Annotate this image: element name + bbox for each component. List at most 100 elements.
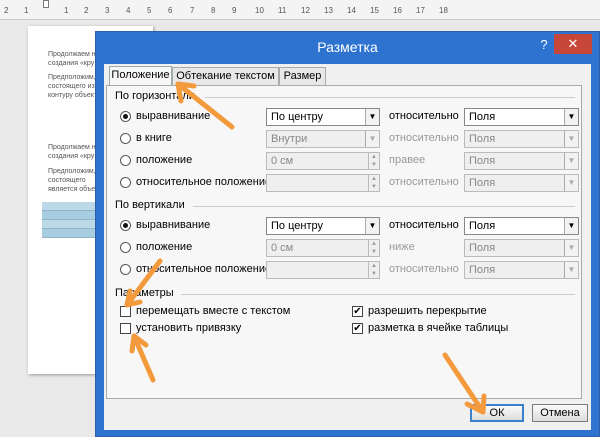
chevron-down-icon[interactable]: ▼ bbox=[564, 109, 578, 125]
help-button[interactable]: ? bbox=[537, 37, 551, 55]
section-divider bbox=[205, 97, 575, 98]
h-absolute-position-relative-select[interactable]: Поля ▼ bbox=[464, 152, 579, 170]
v-absolute-position-radio[interactable] bbox=[120, 242, 131, 253]
chevron-down-icon[interactable]: ▼ bbox=[564, 153, 578, 169]
tab-position[interactable]: Положение bbox=[109, 66, 172, 86]
h-relative-position-relative-label: относительно bbox=[389, 176, 459, 188]
v-relative-position-input[interactable]: ▲ ▼ bbox=[266, 261, 380, 279]
h-relative-position-label: относительное положение bbox=[136, 176, 272, 188]
ruler-tick: 1 bbox=[64, 6, 69, 15]
v-alignment-radio[interactable] bbox=[120, 220, 131, 231]
ruler-tick: 8 bbox=[211, 6, 216, 15]
h-alignment-relative-select[interactable]: Поля ▼ bbox=[464, 108, 579, 126]
document-paragraph: Продолжаем н создания «кру bbox=[48, 51, 96, 67]
layout-in-cell-checkbox[interactable]: ✔ bbox=[352, 323, 363, 334]
tab-panel-position: По горизонтали выравнивание По центру ▼ о… bbox=[106, 85, 582, 399]
tab-size[interactable]: Размер bbox=[279, 67, 326, 85]
layout-in-cell-label: разметка в ячейке таблицы bbox=[368, 322, 509, 334]
h-book-layout-label: в книге bbox=[136, 132, 172, 144]
v-relative-position-radio[interactable] bbox=[120, 264, 131, 275]
horizontal-section-title: По горизонтали bbox=[115, 90, 195, 102]
v-relative-position-label: относительное положение bbox=[136, 263, 272, 275]
v-alignment-value: По центру bbox=[271, 220, 323, 232]
dialog-title: Разметка bbox=[317, 39, 378, 55]
ruler-tick: 14 bbox=[347, 6, 356, 15]
options-section-title: Параметры bbox=[115, 287, 174, 299]
ruler-tick: 2 bbox=[4, 6, 9, 15]
v-relative-position-relative-label: относительно bbox=[389, 263, 459, 275]
chevron-down-icon[interactable]: ▼ bbox=[365, 109, 379, 125]
chevron-down-icon[interactable]: ▼ bbox=[564, 175, 578, 191]
h-alignment-label: выравнивание bbox=[136, 110, 211, 122]
chevron-down-icon[interactable]: ▼ bbox=[365, 218, 379, 234]
dialog-titlebar[interactable]: Разметка ? ✕ bbox=[96, 32, 599, 64]
h-absolute-position-relative-label: правее bbox=[389, 154, 426, 166]
ruler-tick: 15 bbox=[370, 6, 379, 15]
ruler-tick: 16 bbox=[393, 6, 402, 15]
section-divider bbox=[193, 206, 575, 207]
vertical-section-title: По вертикали bbox=[115, 199, 185, 211]
h-relative-position-radio[interactable] bbox=[120, 177, 131, 188]
h-book-layout-select[interactable]: Внутри ▼ bbox=[266, 130, 380, 148]
ruler-tick: 4 bbox=[126, 6, 131, 15]
close-button[interactable]: ✕ bbox=[554, 34, 592, 54]
ruler[interactable]: 2 1 1 2 3 4 5 6 7 8 9 10 11 12 13 14 15 … bbox=[0, 0, 600, 20]
v-absolute-position-input[interactable]: 0 см ▲ ▼ bbox=[266, 239, 380, 257]
v-relative-position-relative-select[interactable]: Поля ▼ bbox=[464, 261, 579, 279]
move-with-text-checkbox[interactable] bbox=[120, 306, 131, 317]
v-absolute-position-value: 0 см bbox=[271, 242, 294, 254]
v-alignment-select[interactable]: По центру ▼ bbox=[266, 217, 380, 235]
ruler-tick: 13 bbox=[324, 6, 333, 15]
cancel-button[interactable]: Отмена bbox=[532, 404, 588, 422]
ruler-tick: 9 bbox=[232, 6, 237, 15]
chevron-down-icon[interactable]: ▼ bbox=[564, 218, 578, 234]
h-relative-position-input[interactable]: ▲ ▼ bbox=[266, 174, 380, 192]
v-alignment-relative-select[interactable]: Поля ▼ bbox=[464, 217, 579, 235]
v-absolute-position-relative-value: Поля bbox=[469, 242, 496, 254]
h-alignment-relative-label: относительно bbox=[389, 110, 459, 122]
allow-overlap-checkbox[interactable]: ✔ bbox=[352, 306, 363, 317]
allow-overlap-label: разрешить перекрытие bbox=[368, 305, 487, 317]
chevron-down-icon[interactable]: ▼ bbox=[564, 262, 578, 278]
ruler-tick: 17 bbox=[416, 6, 425, 15]
spinner-arrows-icon[interactable]: ▲ ▼ bbox=[368, 175, 379, 191]
ok-button[interactable]: ОК bbox=[470, 404, 524, 422]
h-book-layout-relative-label: относительно bbox=[389, 132, 459, 144]
h-alignment-relative-value: Поля bbox=[469, 111, 496, 123]
chevron-down-icon[interactable]: ▼ bbox=[365, 131, 379, 147]
h-absolute-position-label: положение bbox=[136, 154, 193, 166]
spinner-arrows-icon[interactable]: ▲ ▼ bbox=[368, 153, 379, 169]
ruler-tick: 18 bbox=[439, 6, 448, 15]
v-relative-position-relative-value: Поля bbox=[469, 264, 496, 276]
h-relative-position-relative-value: Поля bbox=[469, 177, 496, 189]
v-alignment-label: выравнивание bbox=[136, 219, 211, 231]
h-alignment-value: По центру bbox=[271, 111, 323, 123]
lock-anchor-label: установить привязку bbox=[136, 322, 242, 334]
h-book-layout-value: Внутри bbox=[271, 133, 308, 145]
h-absolute-position-radio[interactable] bbox=[120, 155, 131, 166]
v-alignment-relative-label: относительно bbox=[389, 219, 459, 231]
layout-dialog: Разметка ? ✕ Положение Обтекание текстом… bbox=[95, 31, 600, 437]
tab-text-wrapping[interactable]: Обтекание текстом bbox=[172, 67, 279, 85]
h-book-layout-relative-select[interactable]: Поля ▼ bbox=[464, 130, 579, 148]
ruler-tick: 3 bbox=[105, 6, 110, 15]
spinner-arrows-icon[interactable]: ▲ ▼ bbox=[368, 262, 379, 278]
spinner-arrows-icon[interactable]: ▲ ▼ bbox=[368, 240, 379, 256]
h-relative-position-relative-select[interactable]: Поля ▼ bbox=[464, 174, 579, 192]
h-absolute-position-value: 0 см bbox=[271, 155, 294, 167]
h-absolute-position-input[interactable]: 0 см ▲ ▼ bbox=[266, 152, 380, 170]
h-alignment-radio[interactable] bbox=[120, 111, 131, 122]
v-absolute-position-label: положение bbox=[136, 241, 193, 253]
chevron-down-icon[interactable]: ▼ bbox=[564, 131, 578, 147]
section-divider bbox=[181, 294, 575, 295]
v-absolute-position-relative-select[interactable]: Поля ▼ bbox=[464, 239, 579, 257]
h-book-layout-radio[interactable] bbox=[120, 133, 131, 144]
h-alignment-select[interactable]: По центру ▼ bbox=[266, 108, 380, 126]
lock-anchor-checkbox[interactable] bbox=[120, 323, 131, 334]
chevron-down-icon[interactable]: ▼ bbox=[564, 240, 578, 256]
document-paragraph: Предположим, состоящего является объек bbox=[48, 168, 99, 193]
move-with-text-label: перемещать вместе с текстом bbox=[136, 305, 291, 317]
ruler-tick: 11 bbox=[278, 6, 287, 15]
h-absolute-position-relative-value: Поля bbox=[469, 155, 496, 167]
ruler-indent-marker[interactable] bbox=[43, 0, 49, 8]
